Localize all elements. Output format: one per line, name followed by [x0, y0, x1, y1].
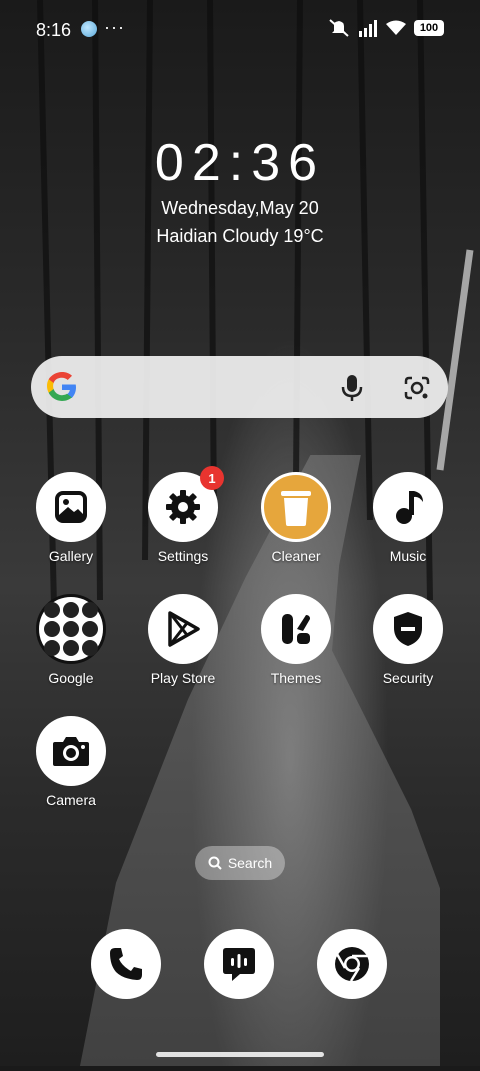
mic-icon[interactable] [339, 373, 365, 403]
search-icon [208, 856, 222, 870]
app-label: Google [48, 670, 94, 686]
app-google-folder[interactable]: Google [16, 594, 126, 686]
overflow-icon: ··· [104, 17, 125, 37]
app-label: Themes [270, 670, 322, 686]
camera-icon [36, 716, 106, 786]
battery-level: 100 [419, 22, 439, 34]
weather-text[interactable]: Haidian Cloudy 19°C [0, 226, 480, 247]
clock-date[interactable]: Wednesday,May 20 [0, 198, 480, 219]
dock-phone[interactable] [91, 929, 161, 999]
app-label: Settings [157, 548, 209, 564]
gallery-icon [36, 472, 106, 542]
app-settings[interactable]: 1 Settings [128, 466, 238, 564]
signal-icon [359, 20, 377, 37]
app-label: Gallery [48, 548, 94, 564]
dock-chrome[interactable] [317, 929, 387, 999]
status-time: 8:16 [36, 20, 72, 40]
app-label: Cleaner [271, 548, 321, 564]
google-folder-icon [36, 594, 106, 664]
messages-icon [223, 948, 255, 981]
status-bar: 8:16 ··· 100 [0, 0, 480, 60]
phone-icon [110, 948, 142, 980]
wifi-icon [386, 20, 406, 35]
home-indicator[interactable] [156, 1052, 324, 1057]
app-label: Security [382, 670, 434, 686]
battery-icon: 100 [414, 20, 444, 36]
chrome-icon [335, 947, 369, 982]
google-search-bar[interactable] [31, 356, 448, 418]
app-label: Play Store [150, 670, 216, 686]
clock-time[interactable]: 02:36 [0, 133, 480, 193]
app-search-label: Search [227, 855, 273, 871]
google-logo-icon [47, 372, 76, 401]
app-label: Camera [46, 792, 96, 808]
notification-badge: 1 [200, 466, 224, 490]
app-music[interactable]: Music [353, 472, 463, 564]
google-folder-apps [44, 602, 98, 656]
app-search-button[interactable]: Search [195, 846, 285, 880]
app-play-store[interactable]: Play Store [128, 594, 238, 686]
mute-icon [329, 19, 349, 37]
trash-icon [261, 472, 331, 542]
themes-icon [261, 594, 331, 664]
lens-icon[interactable] [403, 375, 431, 401]
app-security[interactable]: Security [353, 594, 463, 686]
app-label: Music [389, 548, 427, 564]
dock-messages[interactable] [204, 929, 274, 999]
shield-icon [373, 594, 443, 664]
app-gallery[interactable]: Gallery [16, 472, 126, 564]
music-note-icon [373, 472, 443, 542]
app-themes[interactable]: Themes [241, 594, 351, 686]
globe-icon [81, 21, 97, 37]
gear-icon: 1 [148, 466, 224, 542]
play-store-icon [148, 594, 218, 664]
app-camera[interactable]: Camera [16, 716, 126, 808]
app-cleaner[interactable]: Cleaner [241, 472, 351, 564]
